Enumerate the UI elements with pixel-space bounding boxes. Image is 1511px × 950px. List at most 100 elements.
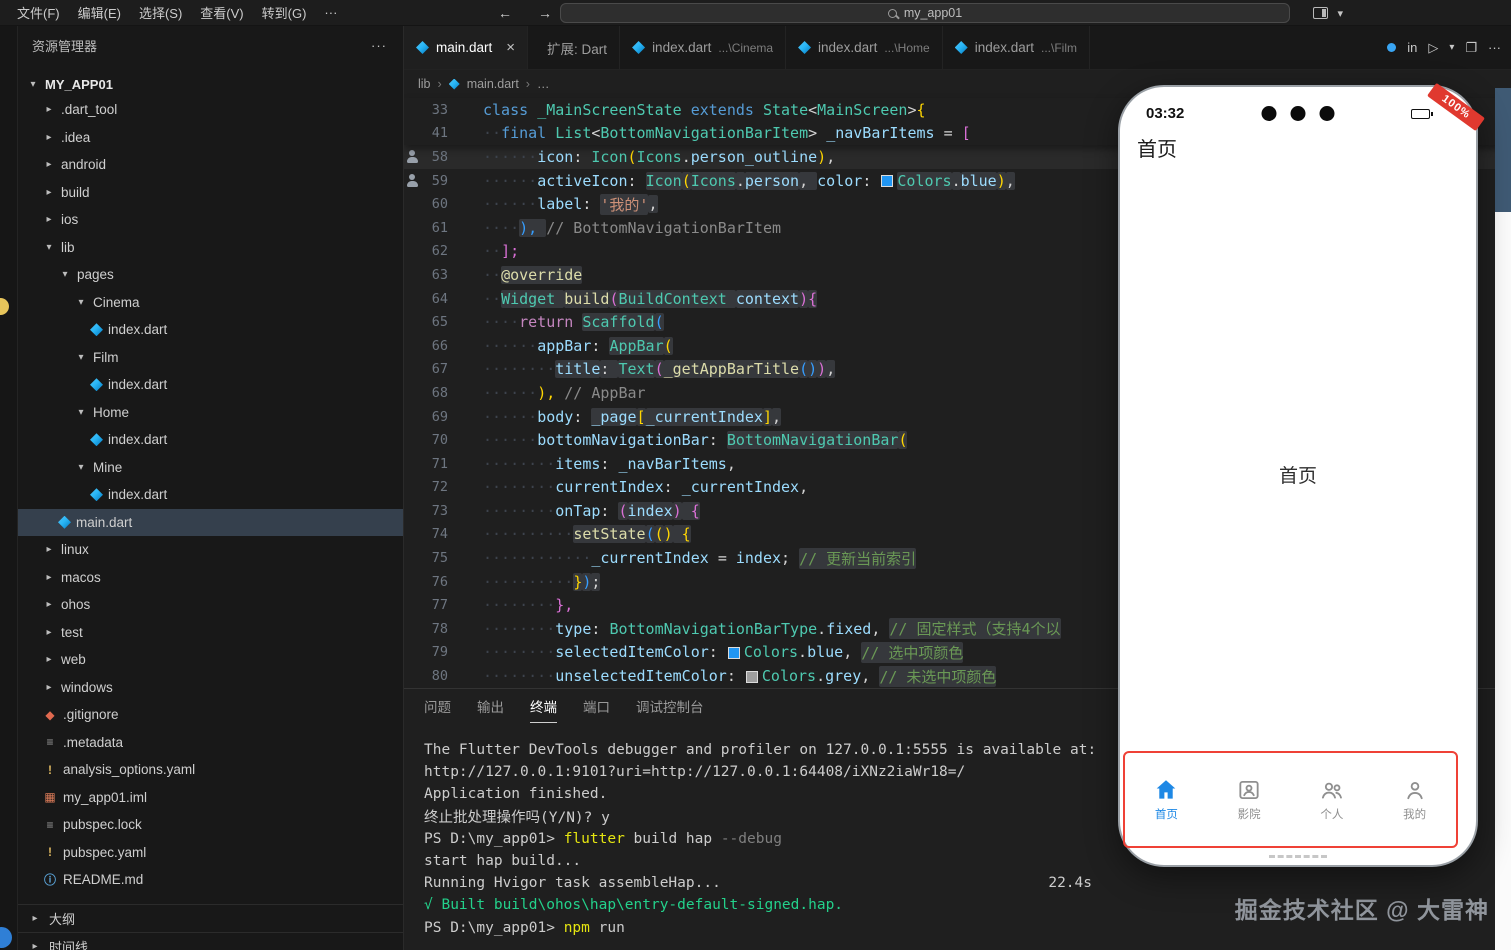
dart-devtools-icon[interactable]	[1387, 43, 1396, 52]
code-token: )	[673, 502, 682, 520]
phone-nav-cinema[interactable]: 影院	[1236, 777, 1262, 822]
tab-1-Dart[interactable]: 扩展: Dart	[528, 26, 620, 69]
code-token: ,	[826, 360, 835, 378]
close-icon[interactable]: ×	[506, 39, 515, 56]
tree-item-pubspec.lock[interactable]: ≡pubspec.lock	[18, 811, 403, 839]
project-root[interactable]: ▾ MY_APP01	[18, 72, 403, 96]
code-token: State	[763, 101, 808, 119]
tree-item-label: web	[61, 652, 86, 667]
terminal-line-3: 终止批处理操作吗(Y/N)? y	[424, 806, 1092, 828]
tree-item-.gitignore[interactable]: ◆.gitignore	[18, 701, 403, 729]
tree-item-label: analysis_options.yaml	[63, 762, 195, 777]
tree-item-test[interactable]: ▸test	[18, 619, 403, 647]
dart-file-icon	[58, 516, 71, 529]
sidebar-section-大纲[interactable]: ▸大纲	[18, 904, 403, 932]
more-actions-icon[interactable]: ···	[1488, 40, 1501, 55]
dart-file-icon	[90, 488, 103, 501]
tree-item-Film[interactable]: ▾Film	[18, 344, 403, 372]
tree-item-Cinema[interactable]: ▾Cinema	[18, 289, 403, 317]
panel-tab-端口[interactable]: 端口	[583, 689, 610, 723]
panel-tab-终端[interactable]: 终端	[530, 689, 557, 723]
tree-item-.idea[interactable]: ▸.idea	[18, 124, 403, 152]
tab-3-index.dart[interactable]: index.dart...\Home	[786, 26, 943, 69]
breadcrumb-item[interactable]: main.dart	[467, 77, 519, 91]
tree-item-label: .metadata	[63, 735, 123, 750]
code-token: class	[483, 101, 537, 119]
tree-item-index.dart[interactable]: index.dart	[18, 426, 403, 454]
tree-item-label: .gitignore	[63, 707, 119, 722]
phone-nav-people[interactable]: 个人	[1319, 777, 1345, 822]
vscode-window: 文件(F)编辑(E)选择(S)查看(V)转到(G)··· ← → my_app0…	[0, 0, 1511, 950]
remote-status-icon[interactable]	[0, 927, 12, 948]
scrollbar-region[interactable]	[1495, 88, 1511, 212]
tree-item-Home[interactable]: ▾Home	[18, 399, 403, 427]
chevron-down-icon[interactable]: ▾	[1337, 7, 1343, 20]
breadcrumb-item[interactable]: …	[537, 77, 550, 91]
tree-item-main.dart[interactable]: main.dart	[18, 509, 403, 537]
code-token: context	[736, 290, 799, 308]
tree-item-.dart_tool[interactable]: ▸.dart_tool	[18, 96, 403, 124]
chevron-down-icon[interactable]: ▾	[1449, 42, 1454, 53]
sidebar-section-时间线[interactable]: ▸时间线	[18, 932, 403, 950]
history-forward-icon[interactable]: →	[538, 5, 552, 21]
code-token: {	[917, 101, 926, 119]
color-swatch	[728, 647, 740, 659]
tree-item-index.dart[interactable]: index.dart	[18, 371, 403, 399]
code-token: return	[519, 313, 582, 331]
tree-item-index.dart[interactable]: index.dart	[18, 316, 403, 344]
tree-item-ohos[interactable]: ▸ohos	[18, 591, 403, 619]
menu-item-4[interactable]: 转到(G)	[253, 3, 316, 22]
tree-item-my_app01.iml[interactable]: ▦my_app01.iml	[18, 784, 403, 812]
file-tree: ▸.dart_tool▸.idea▸android▸build▸ios▾lib▾…	[18, 96, 403, 894]
tree-item-index.dart[interactable]: index.dart	[18, 481, 403, 509]
tree-item-label: README.md	[63, 872, 143, 887]
code-token: .	[736, 172, 745, 190]
breadcrumb-item[interactable]: lib	[418, 77, 431, 91]
tree-item-ios[interactable]: ▸ios	[18, 206, 403, 234]
tree-item-macos[interactable]: ▸macos	[18, 564, 403, 592]
tree-item-windows[interactable]: ▸windows	[18, 674, 403, 702]
phone-nav-home[interactable]: 首页	[1153, 777, 1179, 822]
tree-item-lib[interactable]: ▾lib	[18, 234, 403, 262]
code-token: ,	[871, 620, 889, 638]
more-actions-icon[interactable]: ···	[371, 38, 387, 53]
tree-item-Mine[interactable]: ▾Mine	[18, 454, 403, 482]
menu-item-1[interactable]: 编辑(E)	[69, 3, 130, 22]
code-token: (	[655, 313, 664, 331]
notification-dot-icon	[0, 298, 9, 315]
tree-item-analysis_options.yaml[interactable]: !analysis_options.yaml	[18, 756, 403, 784]
yaml-file-icon: !	[42, 845, 58, 859]
panel-tab-调试控制台[interactable]: 调试控制台	[636, 689, 704, 723]
tree-item-pages[interactable]: ▾pages	[18, 261, 403, 289]
menu-item-2[interactable]: 选择(S)	[130, 3, 191, 22]
split-editor-icon[interactable]: ❐	[1465, 40, 1477, 56]
terminal-line-8: PS D:\my_app01> npm run	[424, 917, 1092, 939]
panel-tab-问题[interactable]: 问题	[424, 689, 451, 723]
tab-2-index.dart[interactable]: index.dart...\Cinema	[620, 26, 786, 69]
run-icon[interactable]: ▷	[1428, 40, 1438, 56]
tree-item-web[interactable]: ▸web	[18, 646, 403, 674]
menu-item-3[interactable]: 查看(V)	[191, 3, 252, 22]
menu-item-5[interactable]: ···	[315, 5, 346, 20]
tree-item-README.md[interactable]: ⓘREADME.md	[18, 866, 403, 894]
tree-item-.metadata[interactable]: ≡.metadata	[18, 729, 403, 757]
command-center-search[interactable]: my_app01	[560, 3, 1290, 23]
code-token: BottomNavigationBar	[727, 431, 899, 449]
tree-item-build[interactable]: ▸build	[18, 179, 403, 207]
phone-nav-person[interactable]: 我的	[1402, 777, 1428, 822]
tree-item-linux[interactable]: ▸linux	[18, 536, 403, 564]
code-token: selectedItemColor	[555, 643, 709, 661]
tab-0-main.dart[interactable]: main.dart×	[404, 26, 528, 69]
tree-item-android[interactable]: ▸android	[18, 151, 403, 179]
dart-icon	[798, 41, 811, 54]
code-token: ··········	[483, 573, 573, 591]
history-back-icon[interactable]: ←	[498, 5, 512, 21]
panel-tab-输出[interactable]: 输出	[477, 689, 504, 723]
layout-panel-icon[interactable]	[1313, 7, 1328, 19]
tree-item-label: android	[61, 157, 106, 172]
code-token: ········	[483, 643, 555, 661]
menu-item-0[interactable]: 文件(F)	[8, 3, 69, 22]
tab-4-index.dart[interactable]: index.dart...\Film	[943, 26, 1090, 69]
chevron-right-icon: ▸	[42, 599, 56, 610]
tree-item-pubspec.yaml[interactable]: !pubspec.yaml	[18, 839, 403, 867]
